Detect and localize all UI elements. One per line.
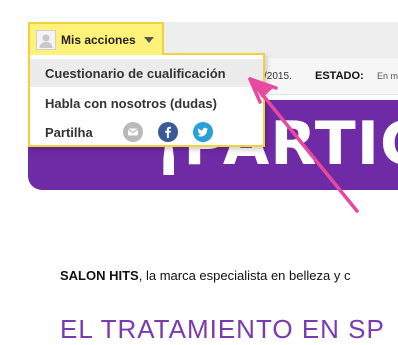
facebook-icon[interactable]: [158, 122, 178, 142]
section-heading: EL TRATAMIENTO EN SP: [60, 314, 385, 344]
twitter-icon[interactable]: [193, 122, 213, 142]
mis-acciones-label: Mis acciones: [61, 33, 136, 47]
menu-item-partilha: Partilha: [30, 118, 263, 146]
menu-item-cuestionario[interactable]: Cuestionario de cualificación: [30, 59, 263, 87]
avatar-icon: [36, 30, 56, 50]
intro-rest: , la marca especialista en belleza y c: [138, 268, 351, 283]
estado-label: ESTADO:: [315, 70, 364, 82]
estado-value: En m: [377, 71, 398, 81]
brand-name: SALON HITS: [60, 268, 139, 283]
menu-item-label: Partilha: [45, 125, 93, 140]
email-icon[interactable]: [123, 122, 143, 142]
date-text: /2015.: [264, 71, 292, 82]
caret-down-icon: [144, 37, 154, 43]
mis-acciones-button[interactable]: Mis acciones: [28, 22, 164, 55]
actions-dropdown-menu: Cuestionario de cualificación Habla con …: [28, 53, 265, 147]
intro-text: SALON HITS, la marca especialista en bel…: [60, 268, 350, 283]
menu-item-label: Habla con nosotros (dudas): [45, 96, 217, 111]
menu-item-habla-con-nosotros[interactable]: Habla con nosotros (dudas): [30, 89, 263, 117]
menu-item-label: Cuestionario de cualificación: [45, 66, 226, 81]
